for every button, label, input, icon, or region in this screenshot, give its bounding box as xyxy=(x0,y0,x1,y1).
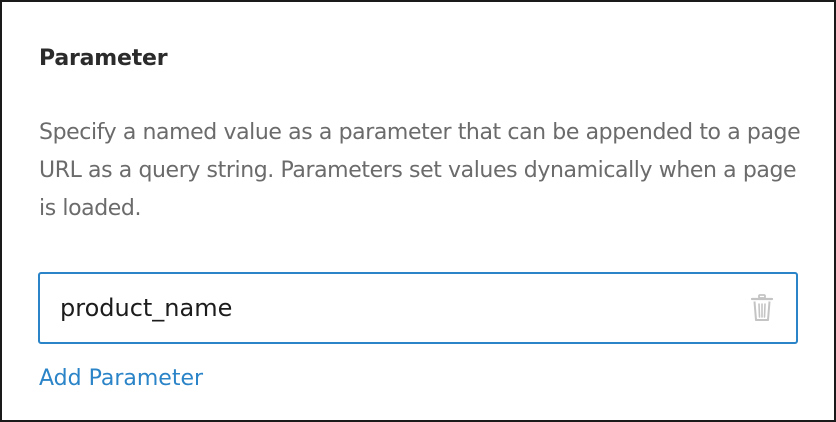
parameter-panel: Parameter Specify a named value as a par… xyxy=(0,0,836,422)
trash-icon xyxy=(750,294,774,321)
panel-title: Parameter xyxy=(39,46,168,71)
parameter-name-input[interactable] xyxy=(60,274,720,342)
add-parameter-link[interactable]: Add Parameter xyxy=(39,366,203,391)
parameter-field xyxy=(38,272,798,344)
panel-description: Specify a named value as a parameter tha… xyxy=(39,120,801,221)
delete-parameter-button[interactable] xyxy=(750,294,774,322)
